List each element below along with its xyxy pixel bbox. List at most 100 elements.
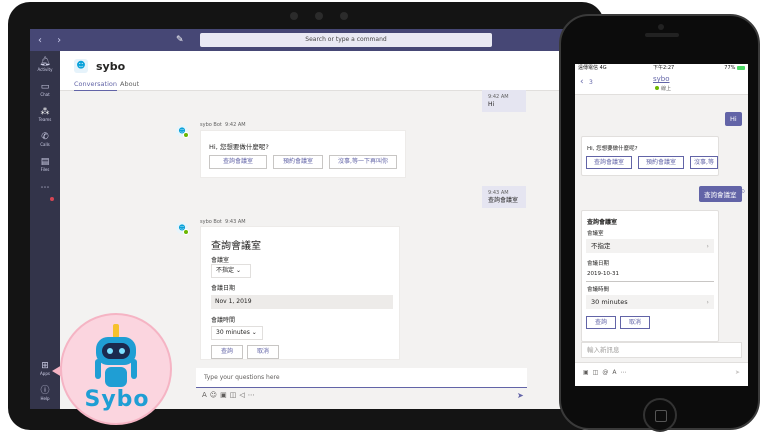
emoji-icon[interactable]: ☺ <box>210 391 220 399</box>
meet-icon[interactable]: ◁ <box>239 391 247 399</box>
query-button[interactable]: 查詢 <box>211 345 243 359</box>
gif-icon[interactable]: ▣ <box>220 391 230 399</box>
duration-select[interactable]: 30 minutes › <box>586 295 714 309</box>
room-label: 會議室 <box>587 231 604 237</box>
camera-dot <box>315 12 323 20</box>
date-field[interactable]: Nov 1, 2019 <box>211 295 393 309</box>
rail-label: Calls <box>40 142 50 147</box>
chevron-right-icon: › <box>706 298 709 306</box>
query-button[interactable]: 查詢 <box>586 316 616 329</box>
phone-device: 遠傳電信 4G 下午2:27 77% ‹ 3 sybo 線上 Hi Hi, 您想… <box>559 14 760 432</box>
robot-body <box>105 367 127 387</box>
more-apps-button[interactable]: ⋯ <box>30 183 60 193</box>
sender-name: sybo Bot <box>200 219 222 225</box>
chat-header: ☻ sybo Conversation About <box>60 51 595 91</box>
dismiss-button[interactable]: 沒事,等一下再叫你 <box>329 155 397 169</box>
chat-title: sybo <box>96 60 126 73</box>
user-message: 查詢會議室 <box>699 186 742 202</box>
read-receipt-icon: ⊙ <box>740 188 746 195</box>
tab-about[interactable]: About <box>120 80 139 88</box>
back-count[interactable]: 3 <box>589 79 593 86</box>
rail-item-files[interactable]: ▤ Files <box>30 157 60 173</box>
message-text: Hi <box>488 101 495 108</box>
bot-avatar: ☻ <box>176 125 189 138</box>
gif-icon[interactable]: ◫ <box>593 369 603 376</box>
mascot-wordmark: Sybo <box>84 387 150 412</box>
rail-item-activity[interactable]: 🔔︎ Activity <box>30 57 60 73</box>
dismiss-button[interactable]: 沒事,等 <box>690 156 718 169</box>
more-icon[interactable]: ⋯ <box>620 369 630 376</box>
stage: ‹ › ✎ Search or type a command 🔔︎ Activi… <box>0 0 768 433</box>
duration-select[interactable]: 30 minutes ⌄ <box>211 326 263 340</box>
mention-icon[interactable]: @ <box>602 369 612 376</box>
rail-item-teams[interactable]: ⁂ Teams <box>30 107 60 123</box>
chevron-down-icon: ⌄ <box>251 329 257 336</box>
duration-value: 30 minutes <box>591 298 628 306</box>
battery-icon <box>737 65 745 70</box>
room-select[interactable]: 不指定 › <box>586 239 714 253</box>
message-time: 9:42 AM <box>488 94 509 100</box>
phone-bot-card-query-form: 查詢會議室 會議室 不指定 › 會議日期 2019-10-31 會議時間 30 … <box>581 210 719 342</box>
send-icon[interactable]: ➤ <box>735 369 740 376</box>
message-time: 9:43 AM <box>488 190 509 196</box>
book-room-button[interactable]: 預約會議室 <box>638 156 684 169</box>
bot-card-query-form: 查詢會議室 會議室 不指定 ⌄ 會議日期 Nov 1, 2019 會議時間 30… <box>200 226 400 360</box>
more-icon[interactable]: ⋯ <box>248 391 258 399</box>
history-nav-icon[interactable]: ‹ › <box>30 35 70 46</box>
date-field[interactable]: 2019-10-31 <box>587 271 619 277</box>
home-button[interactable] <box>643 398 677 432</box>
sender-name: sybo Bot <box>200 122 222 128</box>
rail-item-chat[interactable]: ▭ Chat <box>30 82 60 98</box>
user-message: 9:43 AM 查詢會議室 <box>482 186 526 208</box>
rail-label: Teams <box>38 117 52 122</box>
date-label: 會議日期 <box>587 261 610 267</box>
phone-icon: ✆ <box>41 132 49 142</box>
date-label: 會議日期 <box>211 285 236 292</box>
duration-value: 30 minutes <box>216 329 250 336</box>
query-room-button[interactable]: 查詢會議室 <box>586 156 632 169</box>
rail-item-calls[interactable]: ✆ Calls <box>30 132 60 148</box>
more-icon: ⋯ <box>40 183 50 193</box>
send-icon[interactable]: ➤ <box>517 391 524 400</box>
teams-icon: ⁂ <box>40 107 50 117</box>
help-icon: ⓘ <box>40 386 50 396</box>
tab-conversation[interactable]: Conversation <box>74 80 117 91</box>
phone-message-input[interactable]: 輸入新訊息 <box>581 342 742 358</box>
notification-dot <box>50 197 54 201</box>
message-text: 查詢會議室 <box>488 197 519 204</box>
image-icon[interactable]: ▣ <box>583 369 593 376</box>
chevron-down-icon: ⌄ <box>235 267 241 274</box>
search-input[interactable]: Search or type a command <box>200 33 492 47</box>
compose-icon[interactable]: ✎ <box>176 35 184 45</box>
rail-label: Files <box>40 167 50 172</box>
format-icon[interactable]: A <box>202 391 210 399</box>
phone-chat-title[interactable]: sybo <box>653 75 670 83</box>
front-camera <box>658 24 664 30</box>
clock-text: 下午2:27 <box>653 65 675 71</box>
cancel-button[interactable]: 取消 <box>620 316 650 329</box>
sticker-icon[interactable]: ◫ <box>230 391 240 399</box>
bot-avatar: ☻ <box>176 222 189 235</box>
bot-card-menu: Hi, 您想要做什麼呢? 查詢會議室 預約會議室 沒事,等一下再叫你 <box>200 130 406 178</box>
camera-dot <box>340 12 348 20</box>
rail-label: Help <box>40 396 50 401</box>
card-question: Hi, 您想要做什麼呢? <box>209 143 269 151</box>
query-room-button[interactable]: 查詢會議室 <box>209 155 267 169</box>
phone-compose-toolbar: ▣◫@A⋯ <box>583 369 630 376</box>
rail-label: Activity <box>37 67 53 72</box>
card-question: Hi, 您想要做什麼呢? <box>587 146 638 152</box>
presence-status: 線上 <box>655 85 671 92</box>
rail-label: Chat <box>40 92 50 97</box>
phone-nav-bar: ‹ 3 sybo 線上 <box>575 73 748 95</box>
status-bar: 遠傳電信 4G 下午2:27 77% <box>575 64 748 73</box>
battery-text: 77% <box>724 65 736 71</box>
room-select[interactable]: 不指定 ⌄ <box>211 264 251 278</box>
phone-bot-card-menu: Hi, 您想要做什麼呢? 查詢會議室 預約會議室 沒事,等 <box>581 136 719 176</box>
back-chevron-icon[interactable]: ‹ <box>580 77 584 87</box>
form-title: 查詢會議室 <box>211 241 261 252</box>
book-room-button[interactable]: 預約會議室 <box>273 155 323 169</box>
carrier-text: 遠傳電信 4G <box>578 65 607 71</box>
cancel-button[interactable]: 取消 <box>247 345 279 359</box>
rail-item-help[interactable]: ⓘ Help <box>30 386 60 402</box>
message-composer[interactable]: Type your questions here <box>196 368 527 388</box>
